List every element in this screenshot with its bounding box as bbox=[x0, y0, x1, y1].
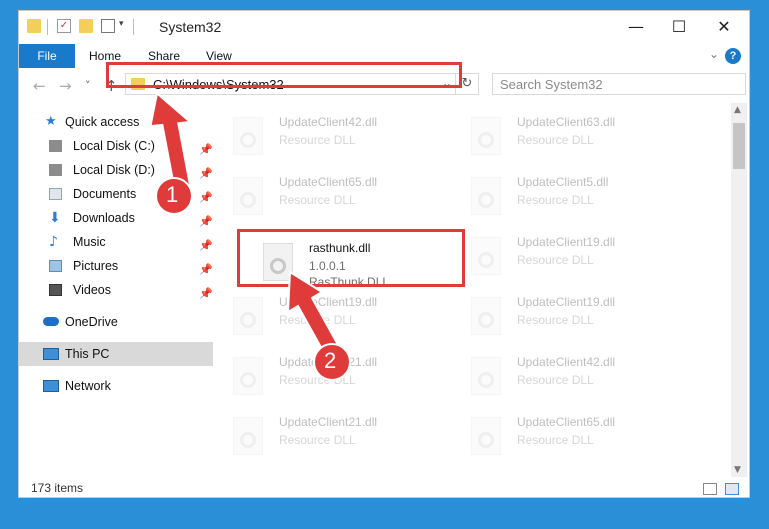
arrow-2 bbox=[286, 270, 351, 381]
step-1-badge: 1 bbox=[166, 182, 179, 207]
step-2-badge: 2 bbox=[324, 348, 337, 373]
tutorial-arrows bbox=[149, 91, 351, 381]
